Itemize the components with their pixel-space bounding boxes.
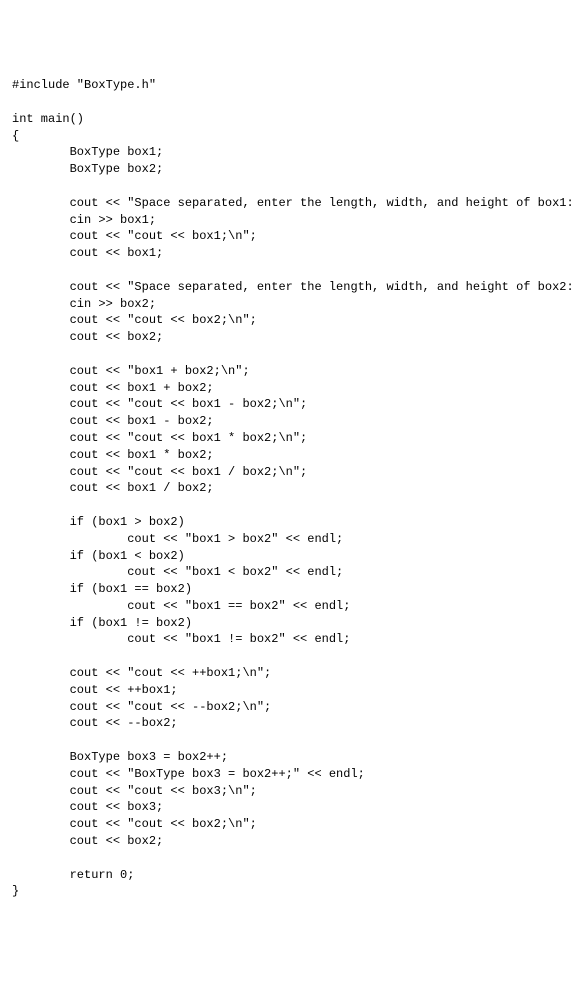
- code-line: [12, 94, 567, 111]
- code-line: cout << box2;: [12, 833, 567, 850]
- code-line: cout << box1 / box2;: [12, 480, 567, 497]
- code-line: [12, 262, 567, 279]
- code-line: cout << "box1 < box2" << endl;: [12, 564, 567, 581]
- code-line: }: [12, 883, 567, 900]
- code-line: cout << "BoxType box3 = box2++;" << endl…: [12, 766, 567, 783]
- code-line: [12, 732, 567, 749]
- code-line: [12, 648, 567, 665]
- code-line: cout << "box1 != box2" << endl;: [12, 631, 567, 648]
- code-line: cout << box3;: [12, 799, 567, 816]
- code-line: [12, 346, 567, 363]
- code-line: cout << ++box1;: [12, 682, 567, 699]
- code-line: BoxType box1;: [12, 144, 567, 161]
- code-line: [12, 850, 567, 867]
- code-line: cin >> box2;: [12, 296, 567, 313]
- code-block: #include "BoxType.h" int main(){ BoxType…: [12, 77, 567, 900]
- code-line: cout << "cout << box1 - box2;\n";: [12, 396, 567, 413]
- code-line: cin >> box1;: [12, 212, 567, 229]
- code-line: return 0;: [12, 867, 567, 884]
- code-line: if (box1 < box2): [12, 548, 567, 565]
- code-line: {: [12, 128, 567, 145]
- code-line: cout << box1 + box2;: [12, 380, 567, 397]
- code-line: cout << "box1 + box2;\n";: [12, 363, 567, 380]
- code-line: cout << box1 - box2;: [12, 413, 567, 430]
- code-line: cout << "Space separated, enter the leng…: [12, 195, 567, 212]
- code-line: [12, 497, 567, 514]
- code-line: int main(): [12, 111, 567, 128]
- code-line: cout << "cout << box2;\n";: [12, 816, 567, 833]
- code-line: cout << "cout << box2;\n";: [12, 312, 567, 329]
- code-line: cout << "cout << box1 * box2;\n";: [12, 430, 567, 447]
- code-line: cout << "cout << box1;\n";: [12, 228, 567, 245]
- code-line: cout << "box1 > box2" << endl;: [12, 531, 567, 548]
- code-line: if (box1 != box2): [12, 615, 567, 632]
- code-line: #include "BoxType.h": [12, 77, 567, 94]
- code-line: cout << "cout << ++box1;\n";: [12, 665, 567, 682]
- code-line: cout << box1;: [12, 245, 567, 262]
- code-line: cout << "cout << box1 / box2;\n";: [12, 464, 567, 481]
- code-line: cout << "Space separated, enter the leng…: [12, 279, 567, 296]
- code-line: cout << box1 * box2;: [12, 447, 567, 464]
- code-line: BoxType box3 = box2++;: [12, 749, 567, 766]
- code-line: [12, 178, 567, 195]
- code-line: cout << box2;: [12, 329, 567, 346]
- code-line: if (box1 > box2): [12, 514, 567, 531]
- code-line: cout << --box2;: [12, 715, 567, 732]
- code-line: if (box1 == box2): [12, 581, 567, 598]
- code-line: BoxType box2;: [12, 161, 567, 178]
- code-line: cout << "cout << --box2;\n";: [12, 699, 567, 716]
- code-line: cout << "box1 == box2" << endl;: [12, 598, 567, 615]
- code-line: cout << "cout << box3;\n";: [12, 783, 567, 800]
